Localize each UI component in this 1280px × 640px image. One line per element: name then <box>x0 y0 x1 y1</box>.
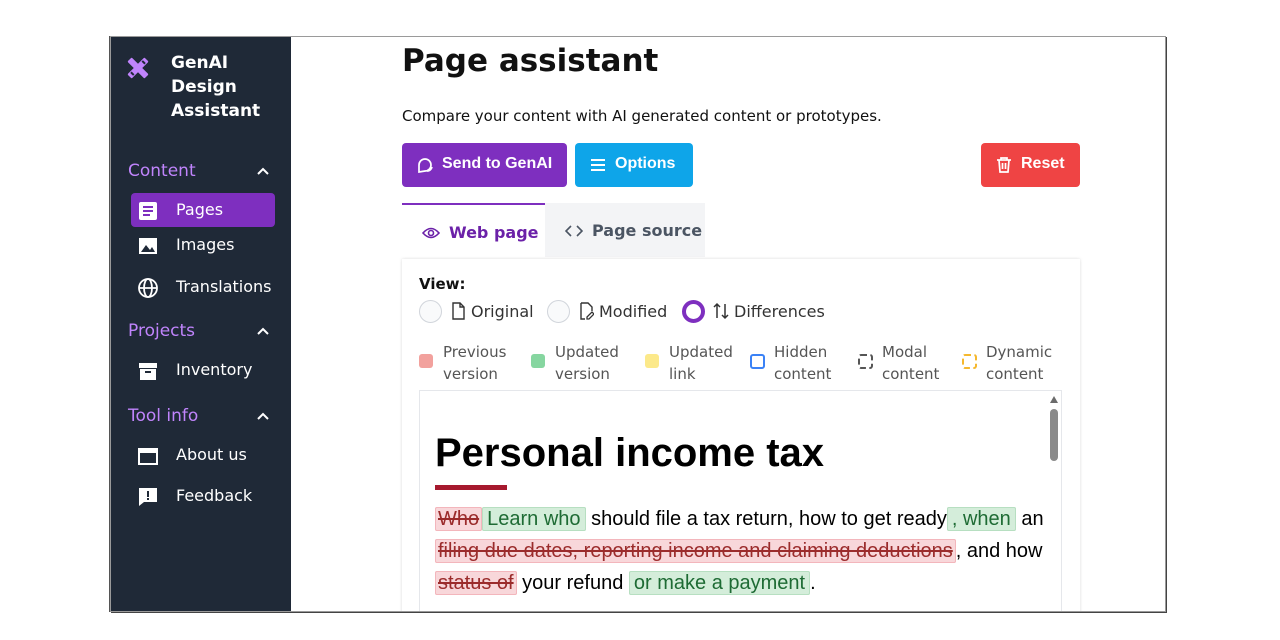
radio-circle[interactable] <box>547 300 570 323</box>
view-option-label: Differences <box>734 302 825 321</box>
chat-icon <box>418 158 433 174</box>
web-page-panel: View: Original Modified Differences Prev… <box>402 259 1080 611</box>
sidebar-item-about[interactable]: About us <box>131 438 275 472</box>
menu-icon <box>591 159 605 171</box>
legend-label: Previous version <box>443 343 507 383</box>
file-edit-icon <box>580 302 594 320</box>
preview-text: should file a tax return, how to get rea… <box>585 508 947 530</box>
legend-label: Hidden content <box>774 343 832 383</box>
preview-heading: Personal income tax <box>435 431 825 475</box>
file-icon <box>452 302 465 320</box>
send-to-genai-label: Send to GenAI <box>442 155 553 172</box>
sidebar-item-label: Inventory <box>176 360 253 379</box>
app-window: GenAI Design Assistant Content Pages Ima… <box>110 36 1166 612</box>
preview-text: . <box>810 572 816 594</box>
page-title: Page assistant <box>402 43 659 79</box>
section-toolinfo-toggle[interactable]: Tool info <box>128 406 272 430</box>
preview-scrollbar[interactable] <box>1047 391 1061 611</box>
view-label: View: <box>419 275 466 293</box>
trash-icon <box>997 157 1011 173</box>
preview-line-3: status of your refund or make a payment. <box>435 571 816 595</box>
diff-added: , when <box>946 507 1016 531</box>
preview-line-2: filing due dates, reporting income and c… <box>435 539 1043 563</box>
scroll-thumb[interactable] <box>1050 409 1058 461</box>
reset-label: Reset <box>1021 155 1065 172</box>
heading-underline <box>435 485 507 490</box>
sidebar-item-translations[interactable]: Translations <box>131 270 275 304</box>
tab-web-page[interactable]: Web page <box>402 203 545 259</box>
section-title-projects: Projects <box>128 321 196 341</box>
sidebar-item-label: Images <box>176 235 235 254</box>
legend-swatch <box>962 354 977 369</box>
section-projects-toggle[interactable]: Projects <box>128 321 272 345</box>
diff-added: Learn who <box>482 507 586 531</box>
sidebar-item-label: Pages <box>176 200 224 219</box>
sidebar-item-images[interactable]: Images <box>131 228 275 262</box>
archive-icon <box>139 363 157 380</box>
preview-text: , and how <box>955 540 1043 562</box>
chevron-up-icon <box>257 167 269 175</box>
document-icon <box>139 202 157 220</box>
arrows-up-down-icon <box>713 302 729 320</box>
legend-swatch <box>645 354 659 368</box>
code-icon <box>565 225 583 237</box>
legend-swatch <box>531 354 545 368</box>
sidebar-item-feedback[interactable]: Feedback <box>131 479 275 513</box>
legend-swatch <box>419 354 433 368</box>
feedback-icon <box>139 488 157 506</box>
reset-button[interactable]: Reset <box>981 143 1080 187</box>
globe-icon <box>138 278 158 298</box>
sidebar-item-inventory[interactable]: Inventory <box>131 353 275 387</box>
sidebar-item-pages[interactable]: Pages <box>131 193 275 227</box>
section-content-toggle[interactable]: Content <box>128 161 272 185</box>
eye-icon <box>422 227 440 239</box>
radio-circle[interactable] <box>419 300 442 323</box>
page-preview[interactable]: Personal income tax Who Learn who should … <box>419 390 1062 611</box>
view-option-label: Original <box>471 302 534 321</box>
section-title-toolinfo: Tool info <box>128 406 199 426</box>
tab-page-source-label: Page source <box>592 221 703 240</box>
main-content: Page assistant Compare your content with… <box>291 37 1165 611</box>
legend-label: Modal content <box>882 343 940 383</box>
preview-line-1: Who Learn who should file a tax return, h… <box>435 507 1044 531</box>
tab-web-page-label: Web page <box>449 223 539 242</box>
radio-circle-selected[interactable] <box>682 300 705 323</box>
section-title-content: Content <box>128 161 196 181</box>
legend-swatch <box>858 354 873 369</box>
options-label: Options <box>615 155 676 172</box>
tab-page-source[interactable]: Page source <box>545 203 705 257</box>
send-to-genai-button[interactable]: Send to GenAI <box>402 143 567 187</box>
diff-removed: filing due dates, reporting income and c… <box>435 539 956 563</box>
sidebar-item-label: About us <box>176 445 247 464</box>
diff-removed: status of <box>435 571 517 595</box>
sidebar: GenAI Design Assistant Content Pages Ima… <box>111 37 291 611</box>
chevron-up-icon <box>257 412 269 420</box>
image-icon <box>139 238 157 254</box>
chevron-up-icon <box>257 327 269 335</box>
legend-label: Updated link <box>669 343 733 383</box>
diff-added: or make a payment <box>628 571 811 595</box>
window-icon <box>138 448 158 465</box>
page-subtitle: Compare your content with AI generated c… <box>402 107 882 125</box>
diff-removed: Who <box>435 507 483 531</box>
preview-text: your refund <box>516 572 629 594</box>
sidebar-item-label: Feedback <box>176 486 253 505</box>
design-tools-icon <box>127 57 149 79</box>
legend-label: Dynamic content <box>986 343 1053 383</box>
options-button[interactable]: Options <box>575 143 693 187</box>
legend-label: Updated version <box>555 343 619 383</box>
view-option-label: Modified <box>599 302 668 321</box>
preview-text: an <box>1015 508 1044 530</box>
brand-title: GenAI Design Assistant <box>171 53 261 121</box>
legend-swatch <box>750 354 765 369</box>
scroll-up-arrow-icon[interactable] <box>1050 396 1058 403</box>
sidebar-item-label: Translations <box>176 277 272 296</box>
